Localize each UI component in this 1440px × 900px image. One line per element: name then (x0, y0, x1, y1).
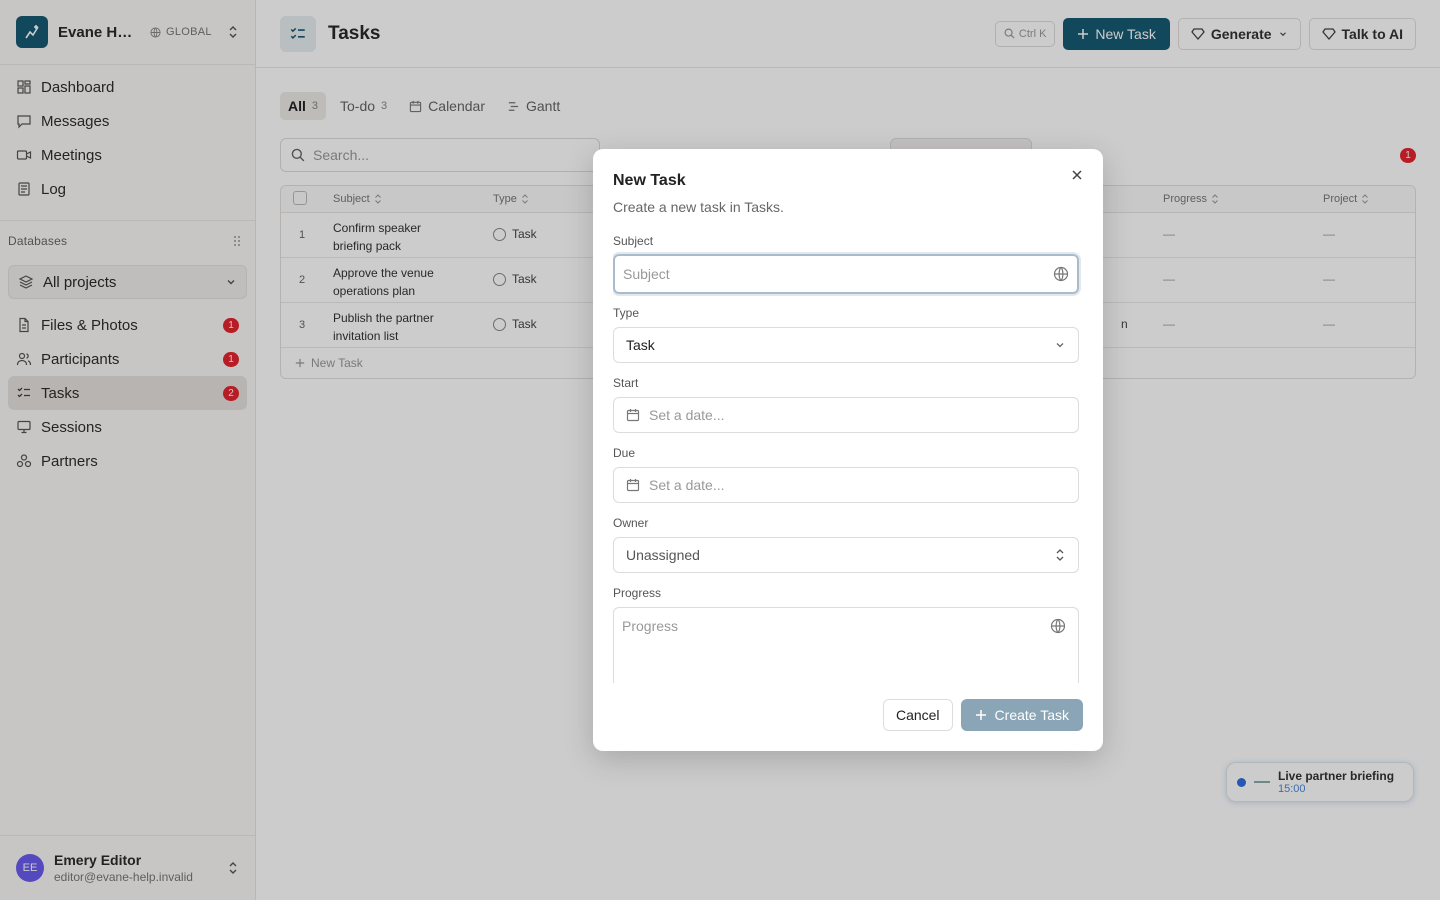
due-label: Due (613, 446, 636, 460)
globe-icon[interactable] (1053, 266, 1069, 282)
subject-input[interactable]: Subject (613, 254, 1079, 294)
type-label: Type (613, 306, 640, 320)
create-task-button[interactable]: Create Task (960, 699, 1083, 731)
owner-select[interactable]: Unassigned (613, 537, 1079, 573)
progress-label: Progress (613, 586, 662, 600)
subject-label: Subject (613, 234, 654, 248)
start-label: Start (613, 376, 639, 390)
owner-value: Unassigned (626, 547, 700, 563)
dialog-footer: Cancel Create Task (882, 699, 1083, 731)
new-task-dialog: New Task Create a new task in Tasks. Sub… (593, 149, 1103, 751)
due-placeholder: Set a date... (649, 477, 725, 493)
globe-icon[interactable] (1050, 618, 1066, 634)
create-task-label: Create Task (994, 707, 1069, 723)
progress-placeholder: Progress (622, 618, 679, 634)
close-icon[interactable] (1071, 169, 1083, 181)
start-date-picker[interactable]: Set a date... (613, 397, 1079, 433)
calendar-icon (626, 408, 640, 422)
dialog-description: Create a new task in Tasks. (613, 199, 784, 215)
start-placeholder: Set a date... (649, 407, 725, 423)
plus-icon (975, 709, 987, 721)
chevron-updown-icon (1054, 548, 1066, 562)
owner-label: Owner (613, 516, 649, 530)
due-date-picker[interactable]: Set a date... (613, 467, 1079, 503)
progress-textarea[interactable]: Progress (613, 607, 1079, 683)
dialog-title: New Task (613, 172, 686, 189)
cancel-button[interactable]: Cancel (882, 699, 953, 731)
chevron-down-icon (1054, 339, 1066, 351)
calendar-icon (626, 478, 640, 492)
subject-placeholder: Subject (623, 266, 670, 282)
dialog-form: Subject Subject Type Task Start Set a da… (613, 229, 1083, 683)
type-value: Task (626, 337, 655, 353)
type-select[interactable]: Task (613, 327, 1079, 363)
